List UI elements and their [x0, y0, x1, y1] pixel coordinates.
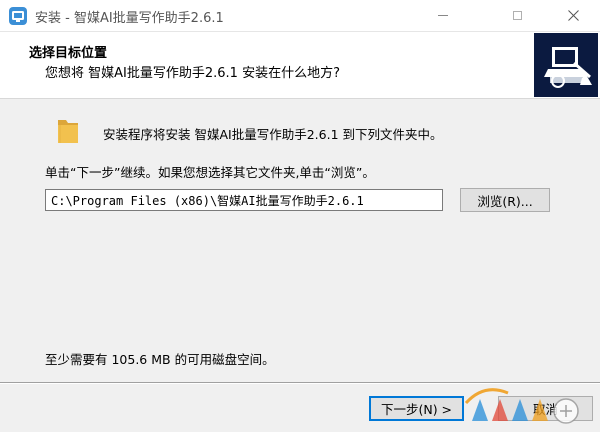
cancel-button[interactable]: 取消 [498, 396, 593, 421]
maximize-button[interactable] [494, 0, 540, 31]
instruction-text: 单击“下一步”继续。如果您想选择其它文件夹,单击“浏览”。 [45, 165, 375, 180]
install-path-input[interactable] [45, 189, 443, 211]
close-icon [567, 10, 579, 21]
page-title: 选择目标位置 [29, 46, 108, 61]
installer-app-icon [8, 6, 28, 26]
close-button[interactable] [550, 0, 596, 31]
window-title: 安装 - 智媒AI批量写作助手2.6.1 [35, 11, 224, 26]
minimize-button[interactable] [420, 0, 466, 31]
browse-button[interactable]: 浏览(R)... [460, 188, 550, 212]
wizard-header: 选择目标位置 您想将 智媒AI批量写作助手2.6.1 安装在什么地方? [0, 32, 600, 99]
next-button[interactable]: 下一步(N) > [369, 396, 464, 421]
footer-separator [0, 382, 600, 384]
title-bar[interactable]: 安装 - 智媒AI批量写作助手2.6.1 [0, 0, 600, 32]
install-location-message: 安装程序将安装 智媒AI批量写作助手2.6.1 到下列文件夹中。 [103, 127, 443, 142]
page-subtitle: 您想将 智媒AI批量写作助手2.6.1 安装在什么地方? [45, 66, 340, 81]
minimize-icon [438, 15, 448, 16]
folder-icon [56, 117, 80, 145]
disk-space-text: 至少需要有 105.6 MB 的可用磁盘空间。 [45, 352, 275, 367]
installer-logo-icon [534, 33, 598, 97]
maximize-icon [512, 11, 522, 20]
